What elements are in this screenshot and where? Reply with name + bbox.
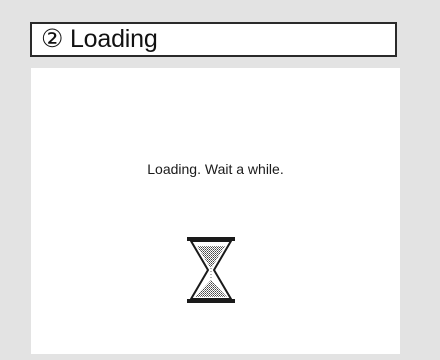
loading-message: Loading. Wait a while. xyxy=(147,161,284,177)
page-title: ② Loading xyxy=(41,25,158,53)
loading-panel: Loading. Wait a while. xyxy=(31,68,400,354)
hourglass-icon xyxy=(181,235,241,305)
title-bar: ② Loading xyxy=(30,22,397,57)
